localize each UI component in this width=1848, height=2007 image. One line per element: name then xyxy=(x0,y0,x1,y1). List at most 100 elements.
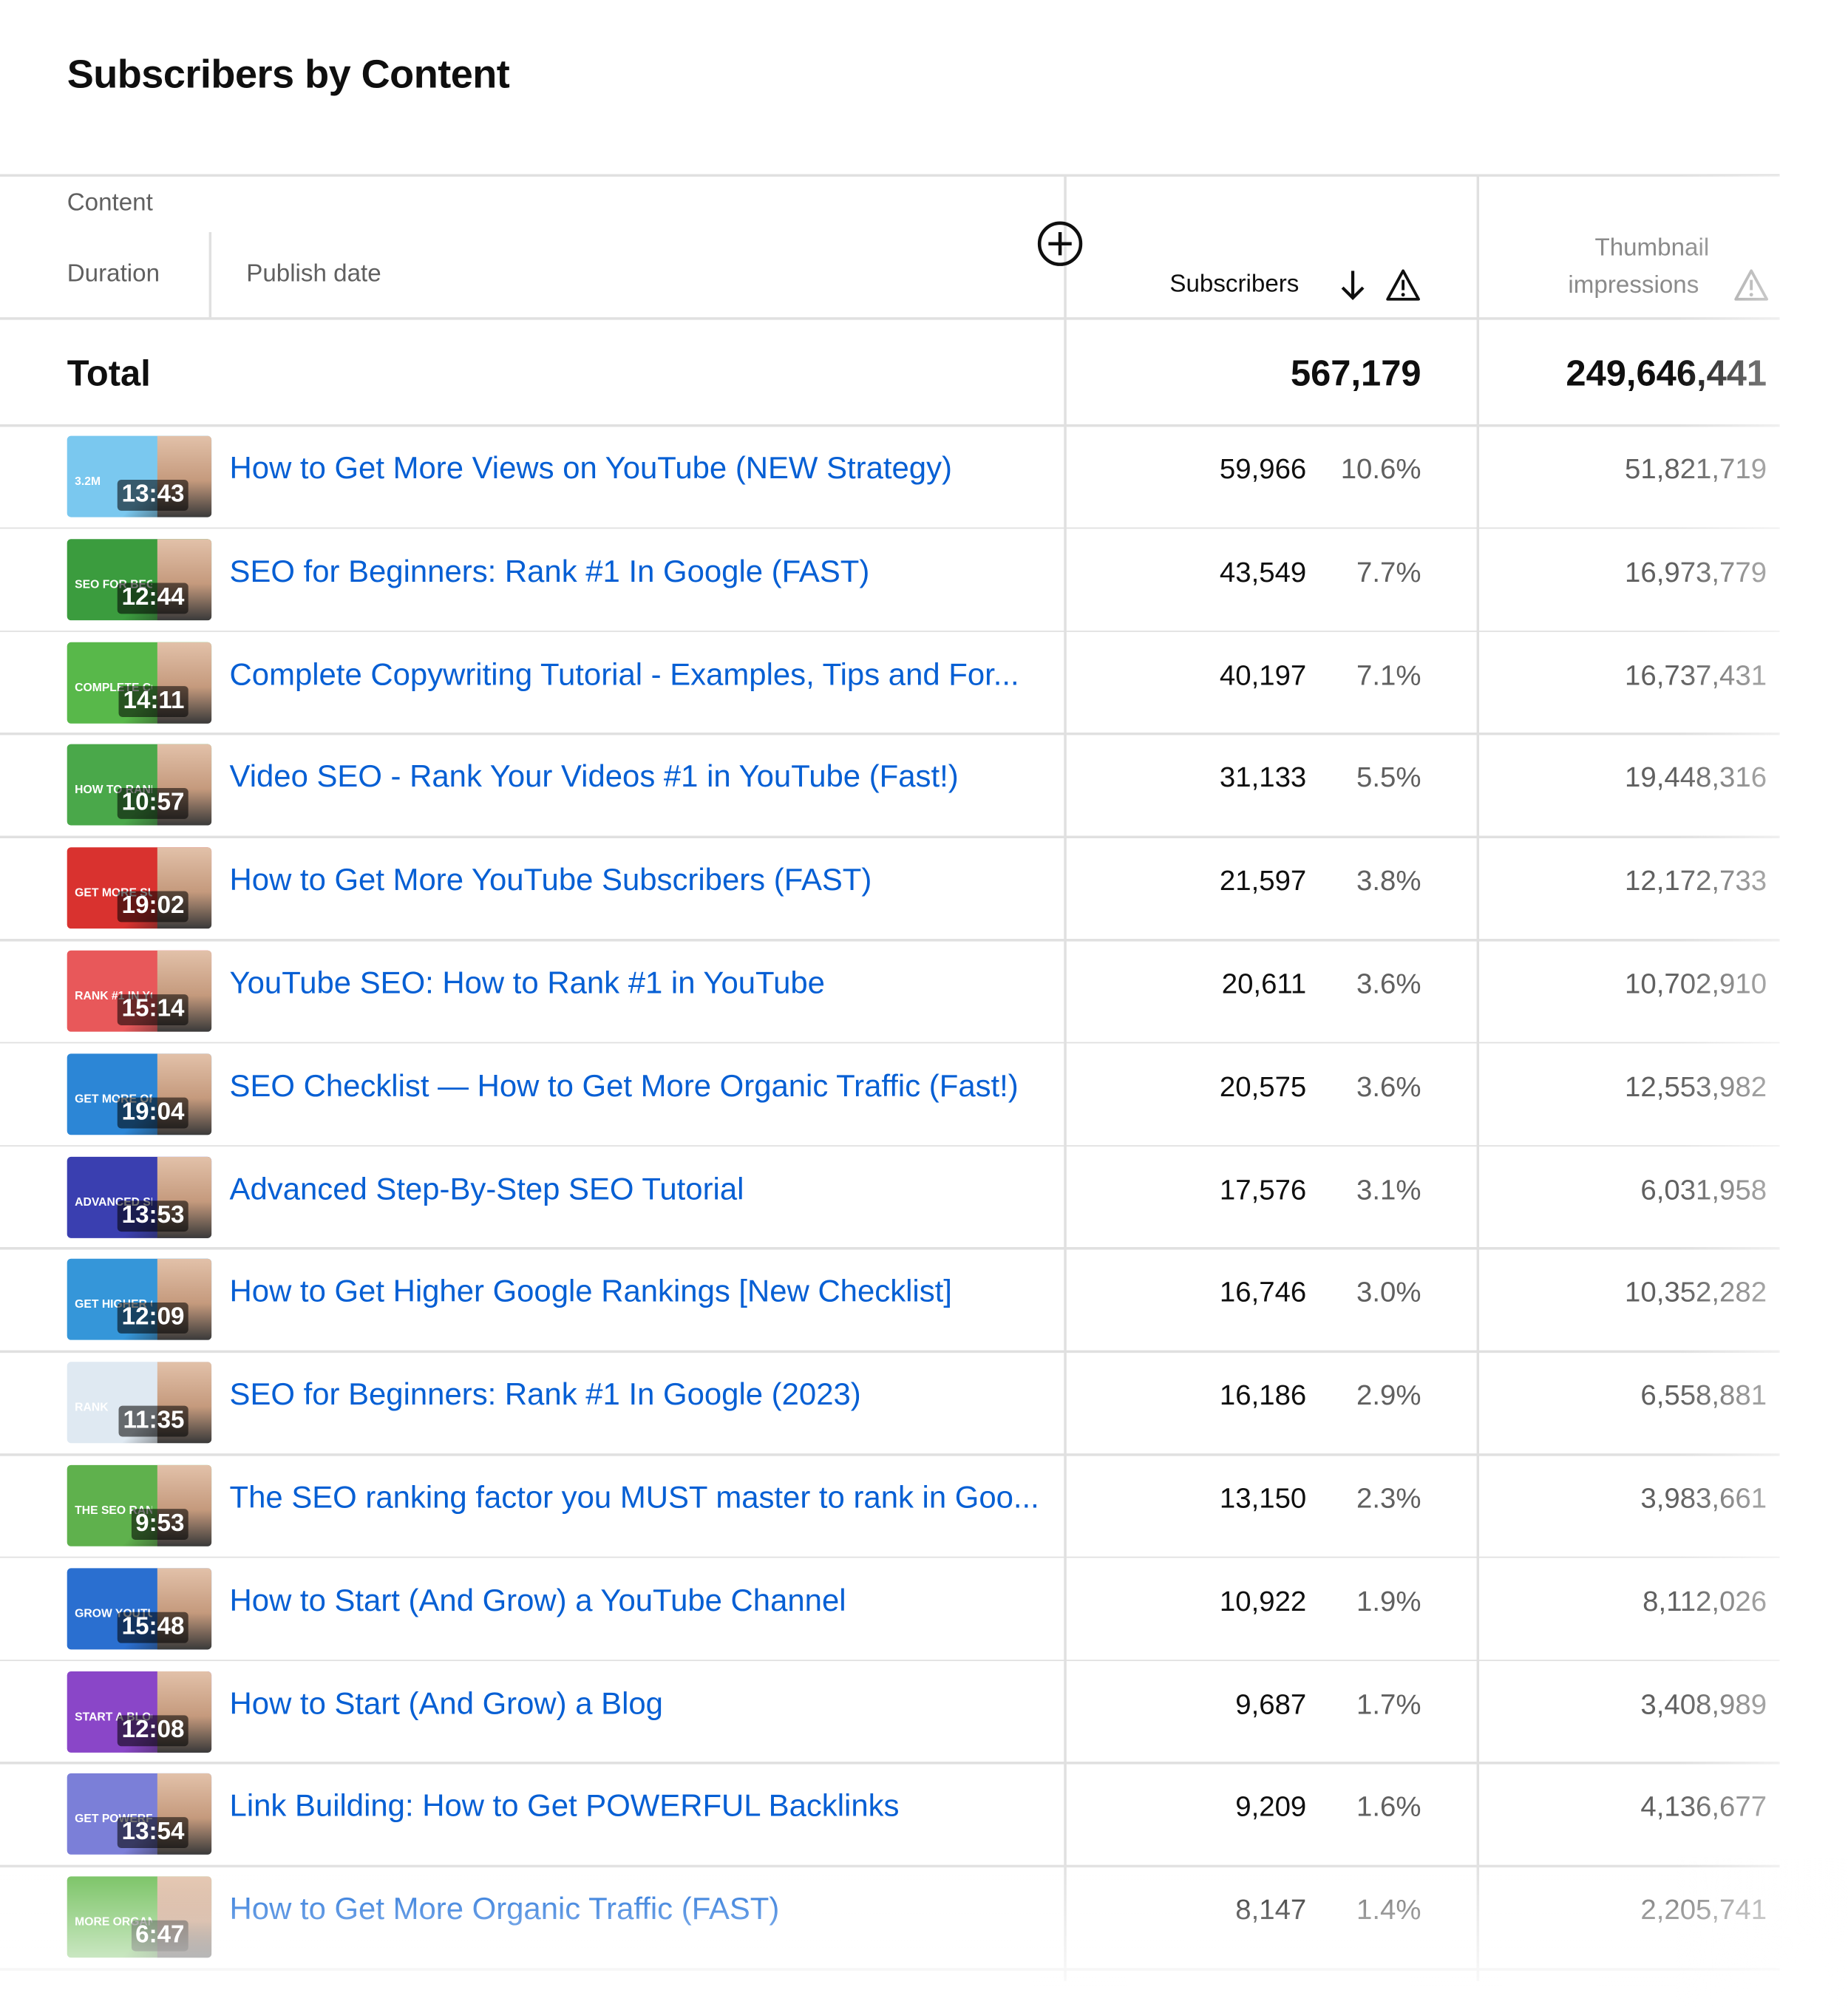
row-subscribers: 20,611 xyxy=(1221,967,1307,1000)
video-thumbnail[interactable]: SEO FOR BEGINNERS12:44 xyxy=(67,538,212,620)
row-impressions: 10,702,910 xyxy=(1625,967,1767,1000)
video-thumbnail[interactable]: GET POWERFUL BACKLINKS13:54 xyxy=(67,1773,212,1855)
video-duration: 6:47 xyxy=(131,1921,188,1952)
video-title-link[interactable]: SEO for Beginners: Rank #1 In Google (20… xyxy=(230,1378,861,1414)
table-row[interactable]: HOW TO RANK #110:57 Video SEO - Rank Your… xyxy=(0,734,1848,838)
row-impressions: 3,983,661 xyxy=(1640,1481,1767,1515)
impressions-column-header[interactable]: Thumbnail impressions xyxy=(1543,230,1762,305)
row-impressions: 2,205,741 xyxy=(1640,1893,1767,1926)
row-subscribers: 40,197 xyxy=(1219,658,1307,691)
table-row[interactable]: THE SEO RANKING FACTOR9:53 The SEO rankin… xyxy=(0,1455,1848,1558)
subscribers-warning-icon[interactable] xyxy=(1385,268,1421,302)
row-impressions: 16,737,431 xyxy=(1625,658,1767,691)
video-thumbnail[interactable]: GET MORE SUBSCRIBERS19:02 xyxy=(67,847,212,929)
video-title-link[interactable]: Complete Copywriting Tutorial - Examples… xyxy=(230,657,1019,693)
video-thumbnail[interactable]: START A BLOG 12:08 xyxy=(67,1671,212,1753)
add-column-icon[interactable] xyxy=(1037,220,1084,267)
video-title-link[interactable]: Link Building: How to Get POWERFUL Backl… xyxy=(230,1789,900,1825)
subscribers-column-header[interactable]: Subscribers xyxy=(1169,271,1299,299)
table-row[interactable]: 3.2M 13:43 How to Get More Views on YouTub… xyxy=(0,426,1848,529)
page-title: Subscribers by Content xyxy=(67,51,510,97)
row-subscribers-percent: 1.7% xyxy=(1356,1687,1421,1720)
header-top-divider xyxy=(0,174,1780,177)
video-thumbnail[interactable]: ADVANCED SEO TUTORIAL13:53 xyxy=(67,1156,212,1238)
row-impressions: 6,558,881 xyxy=(1640,1379,1767,1411)
impressions-warning-icon[interactable] xyxy=(1733,268,1770,302)
video-thumbnail[interactable]: COMPLETE COPYWRITING14:11 xyxy=(67,642,212,724)
video-thumbnail[interactable]: GET MORE ORGANIC TRAFFIC19:04 xyxy=(67,1053,212,1135)
row-subscribers-percent: 5.5% xyxy=(1356,761,1421,794)
row-impressions: 19,448,316 xyxy=(1625,761,1767,794)
publish-date-column-header[interactable]: Publish date xyxy=(246,260,381,288)
video-duration: 13:43 xyxy=(118,479,188,511)
total-impressions: 249,646,441 xyxy=(1566,353,1767,394)
video-thumbnail[interactable]: 3.2M 13:43 xyxy=(67,435,212,517)
duration-column-header[interactable]: Duration xyxy=(67,260,160,288)
row-subscribers-percent: 7.1% xyxy=(1356,658,1421,691)
table-row[interactable]: GET POWERFUL BACKLINKS13:54 Link Building… xyxy=(0,1764,1848,1867)
table-row[interactable]: GET HIGHER GOOGLE RANKINGS12:09 How to Ge… xyxy=(0,1249,1848,1352)
table-row[interactable]: SEO FOR BEGINNERS12:44 SEO for Beginners:… xyxy=(0,529,1848,632)
row-subscribers-percent: 2.9% xyxy=(1356,1379,1421,1411)
video-thumbnail[interactable]: GET HIGHER GOOGLE RANKINGS12:09 xyxy=(67,1259,212,1341)
table-row[interactable]: GET MORE SUBSCRIBERS19:02 How to Get More… xyxy=(0,838,1848,941)
impressions-header-line1: Thumbnail xyxy=(1594,234,1710,262)
row-subscribers: 16,186 xyxy=(1219,1379,1307,1411)
row-impressions: 12,172,733 xyxy=(1625,864,1767,897)
table-row[interactable]: RANK 11:35 SEO for Beginners: Rank #1 In G… xyxy=(0,1352,1848,1456)
video-title-link[interactable]: The SEO ranking factor you MUST master t… xyxy=(230,1481,1039,1517)
table-row[interactable]: GROW YOUTUBE CHANNEL15:48 How to Start (A… xyxy=(0,1558,1848,1661)
row-subscribers: 13,150 xyxy=(1219,1481,1307,1515)
video-title-link[interactable]: How to Get Higher Google Rankings [New C… xyxy=(230,1274,952,1311)
row-divider xyxy=(0,1968,1780,1970)
row-subscribers-percent: 7.7% xyxy=(1356,555,1421,588)
row-subscribers-percent: 3.6% xyxy=(1356,1070,1421,1103)
content-column-header[interactable]: Content xyxy=(67,189,153,217)
row-subscribers: 9,209 xyxy=(1235,1790,1307,1823)
video-thumbnail[interactable]: MORE ORGANIC TRAFFIC6:47 xyxy=(67,1876,212,1958)
video-title-link[interactable]: How to Get More YouTube Subscribers (FAS… xyxy=(230,863,872,899)
video-thumbnail[interactable]: RANK 11:35 xyxy=(67,1362,212,1444)
row-subscribers-percent: 3.8% xyxy=(1356,864,1421,897)
video-duration: 13:54 xyxy=(118,1817,188,1849)
video-title-link[interactable]: How to Start (And Grow) a Blog xyxy=(230,1686,663,1722)
sort-arrow-down-icon[interactable] xyxy=(1339,268,1367,302)
row-subscribers: 16,746 xyxy=(1219,1276,1307,1308)
row-subscribers-percent: 1.9% xyxy=(1356,1584,1421,1617)
table-row[interactable]: START A BLOG 12:08 How to Start (And Grow)… xyxy=(0,1660,1848,1764)
video-title-link[interactable]: YouTube SEO: How to Rank #1 in YouTube xyxy=(230,966,825,1002)
table-row[interactable]: COMPLETE COPYWRITING14:11 Complete Copywr… xyxy=(0,631,1848,735)
video-duration: 10:57 xyxy=(118,788,188,820)
video-title-link[interactable]: Video SEO - Rank Your Videos #1 in YouTu… xyxy=(230,760,959,796)
video-title-link[interactable]: How to Get More Organic Traffic (FAST) xyxy=(230,1892,780,1929)
row-subscribers-percent: 2.3% xyxy=(1356,1481,1421,1515)
video-title-link[interactable]: SEO for Beginners: Rank #1 In Google (FA… xyxy=(230,554,870,591)
video-title-link[interactable]: How to Start (And Grow) a YouTube Channe… xyxy=(230,1583,846,1620)
video-title-link[interactable]: How to Get More Views on YouTube (NEW St… xyxy=(230,452,952,488)
table-row[interactable]: RANK #1 IN YOUTUBE15:14 YouTube SEO: How … xyxy=(0,940,1848,1044)
video-duration: 13:53 xyxy=(118,1200,188,1232)
total-subscribers: 567,179 xyxy=(1290,353,1421,394)
row-subscribers-percent: 3.1% xyxy=(1356,1172,1421,1206)
video-thumbnail[interactable]: RANK #1 IN YOUTUBE15:14 xyxy=(67,950,212,1032)
duration-column-divider xyxy=(208,232,211,318)
row-subscribers: 43,549 xyxy=(1219,555,1307,588)
video-title-link[interactable]: Advanced Step-By-Step SEO Tutorial xyxy=(230,1172,744,1208)
row-subscribers: 9,687 xyxy=(1235,1687,1307,1720)
video-thumbnail[interactable]: THE SEO RANKING FACTOR9:53 xyxy=(67,1464,212,1546)
row-subscribers: 10,922 xyxy=(1219,1584,1307,1617)
video-thumbnail[interactable]: GROW YOUTUBE CHANNEL15:48 xyxy=(67,1568,212,1649)
video-title-link[interactable]: SEO Checklist — How to Get More Organic … xyxy=(230,1069,1019,1105)
row-subscribers: 21,597 xyxy=(1219,864,1307,897)
table-row[interactable]: GET MORE ORGANIC TRAFFIC19:04 SEO Checkli… xyxy=(0,1043,1848,1147)
row-impressions: 12,553,982 xyxy=(1625,1070,1767,1103)
video-duration: 15:48 xyxy=(118,1612,188,1643)
row-subscribers-percent: 1.4% xyxy=(1356,1893,1421,1926)
table-row[interactable]: ADVANCED SEO TUTORIAL13:53 Advanced Step-… xyxy=(0,1146,1848,1249)
video-thumbnail[interactable]: HOW TO RANK #110:57 xyxy=(67,744,212,826)
row-subscribers-percent: 3.0% xyxy=(1356,1276,1421,1308)
row-impressions: 6,031,958 xyxy=(1640,1172,1767,1206)
analytics-table-panel: Subscribers by Content Content Duration … xyxy=(0,0,1848,2007)
table-row[interactable]: MORE ORGANIC TRAFFIC6:47 How to Get More … xyxy=(0,1867,1848,1970)
row-impressions: 4,136,677 xyxy=(1640,1790,1767,1823)
